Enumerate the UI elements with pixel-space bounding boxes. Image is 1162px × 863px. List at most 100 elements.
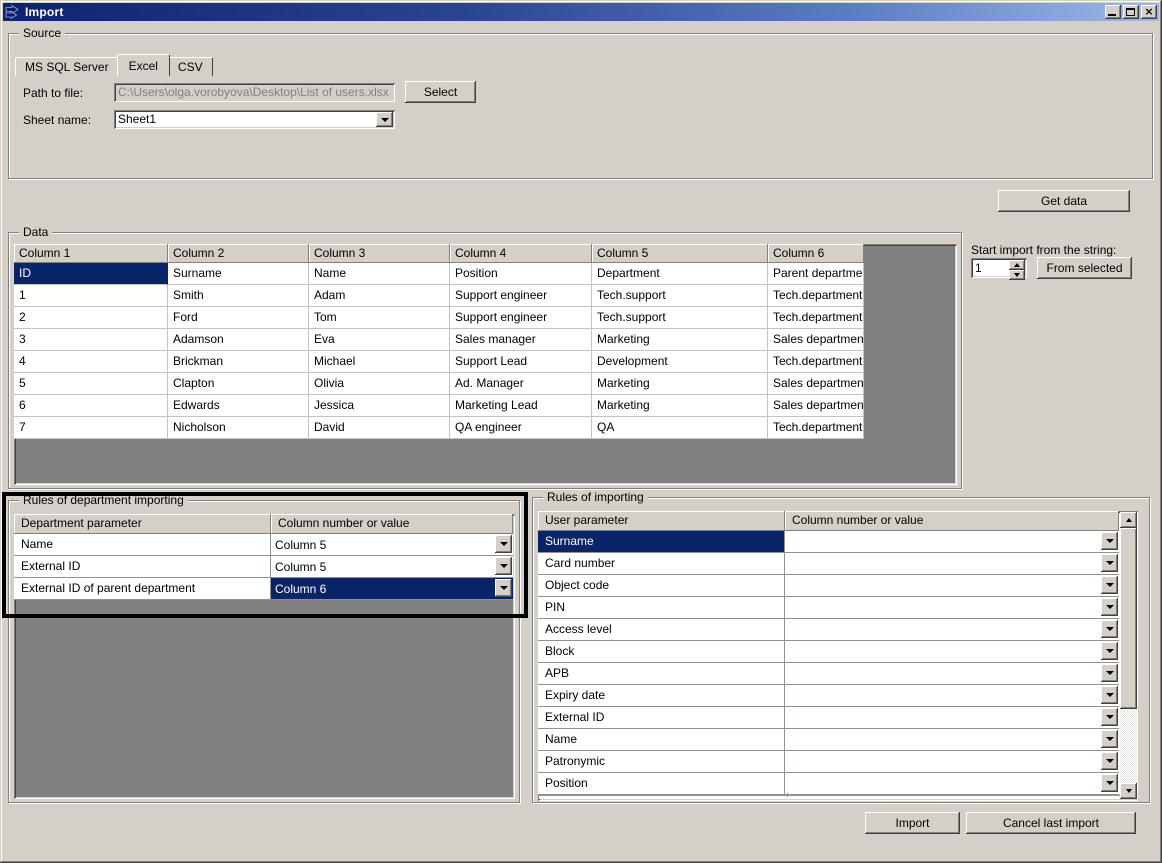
data-cell[interactable]: 3 — [14, 329, 168, 351]
tab-ms-sql-server[interactable]: MS SQL Server — [15, 57, 119, 76]
spinner-down-button[interactable] — [1009, 270, 1025, 280]
data-cell[interactable]: Adam — [309, 285, 450, 307]
start-row-spinner[interactable]: 1 — [971, 258, 1027, 278]
maximize-button[interactable] — [1123, 5, 1139, 19]
data-cell[interactable]: 4 — [14, 351, 168, 373]
data-cell[interactable]: Ad. Manager — [450, 373, 592, 395]
data-cell[interactable]: 1 — [14, 285, 168, 307]
chevron-down-icon[interactable] — [1101, 532, 1118, 550]
data-cell[interactable]: Name — [309, 263, 450, 285]
rule-parameter-cell[interactable]: Patronymic — [538, 751, 785, 773]
data-cell[interactable]: Olivia — [309, 373, 450, 395]
data-cell[interactable]: Tech.department — [768, 351, 864, 373]
get-data-button[interactable]: Get data — [998, 190, 1130, 212]
close-button[interactable]: × — [1141, 5, 1157, 19]
data-cell[interactable]: Adamson — [168, 329, 309, 351]
chevron-down-icon[interactable] — [1101, 576, 1118, 594]
titlebar[interactable]: Import × — [3, 3, 1159, 21]
vertical-scrollbar[interactable] — [1120, 512, 1137, 799]
data-cell[interactable]: 2 — [14, 307, 168, 329]
rule-value-combobox[interactable] — [785, 729, 1119, 751]
data-cell[interactable]: QA — [592, 417, 768, 439]
data-cell[interactable]: Jessica — [309, 395, 450, 417]
data-cell[interactable]: 5 — [14, 373, 168, 395]
rule-value-combobox[interactable] — [785, 619, 1119, 641]
data-cell[interactable]: Eva — [309, 329, 450, 351]
data-cell[interactable]: Marketing Lead — [450, 395, 592, 417]
sheet-combobox[interactable]: Sheet1 — [114, 110, 395, 129]
rule-parameter-cell[interactable]: APB — [538, 663, 785, 685]
rule-parameter-cell[interactable]: External ID of parent department — [14, 578, 271, 600]
rule-parameter-cell[interactable]: PIN — [538, 597, 785, 619]
data-cell[interactable]: Tech.department — [768, 307, 864, 329]
rule-parameter-cell[interactable]: External ID — [538, 707, 785, 729]
rule-value-combobox[interactable] — [785, 663, 1119, 685]
data-cell[interactable]: Support engineer — [450, 285, 592, 307]
chevron-down-icon[interactable] — [1101, 664, 1118, 682]
tab-csv[interactable]: CSV — [168, 57, 213, 76]
rule-value-combobox[interactable] — [785, 597, 1119, 619]
data-cell[interactable]: Support engineer — [450, 307, 592, 329]
rule-parameter-cell[interactable]: Expiry date — [538, 685, 785, 707]
chevron-down-icon[interactable] — [1101, 598, 1118, 616]
data-cell[interactable]: 7 — [14, 417, 168, 439]
rule-value-combobox[interactable] — [785, 773, 1119, 795]
chevron-down-icon[interactable] — [1101, 686, 1118, 704]
chevron-down-icon[interactable] — [495, 579, 512, 597]
rule-value-combobox[interactable] — [785, 575, 1119, 597]
data-cell[interactable]: Clapton — [168, 373, 309, 395]
rule-parameter-cell[interactable]: Card number — [538, 553, 785, 575]
scroll-up-button[interactable] — [1120, 512, 1137, 528]
chevron-down-icon[interactable] — [1101, 774, 1118, 792]
data-cell[interactable]: Sales department — [768, 395, 864, 417]
cancel-last-import-button[interactable]: Cancel last import — [966, 812, 1136, 834]
data-cell[interactable]: David — [309, 417, 450, 439]
rule-parameter-cell[interactable]: Block — [538, 641, 785, 663]
data-cell[interactable]: Tech.support — [592, 285, 768, 307]
data-cell[interactable]: Sales department — [768, 329, 864, 351]
chevron-down-icon[interactable] — [376, 112, 393, 127]
tab-excel[interactable]: Excel — [117, 54, 170, 76]
data-cell[interactable]: Nicholson — [168, 417, 309, 439]
chevron-down-icon[interactable] — [1101, 554, 1118, 572]
data-cell[interactable]: Ford — [168, 307, 309, 329]
rule-value-combobox[interactable] — [785, 751, 1119, 773]
rule-value-combobox[interactable] — [785, 553, 1119, 575]
data-cell[interactable]: Tech.support — [592, 307, 768, 329]
chevron-down-icon[interactable] — [1101, 752, 1118, 770]
select-button[interactable]: Select — [405, 81, 476, 103]
minimize-button[interactable] — [1105, 5, 1121, 19]
chevron-down-icon[interactable] — [495, 557, 512, 575]
data-cell[interactable]: Sales department — [768, 373, 864, 395]
data-cell[interactable]: Development — [592, 351, 768, 373]
rule-parameter-cell[interactable]: External ID — [14, 556, 271, 578]
spinner-up-button[interactable] — [1009, 260, 1025, 270]
chevron-down-icon[interactable] — [495, 535, 512, 553]
data-cell[interactable]: Michael — [309, 351, 450, 373]
rule-parameter-cell[interactable]: Name — [14, 534, 271, 556]
rule-value-combobox[interactable] — [785, 531, 1119, 553]
data-cell[interactable]: Sales manager — [450, 329, 592, 351]
import-button[interactable]: Import — [865, 812, 960, 834]
rule-parameter-cell[interactable]: Position — [538, 773, 785, 795]
data-cell[interactable]: Marketing — [592, 395, 768, 417]
data-cell[interactable]: Tom — [309, 307, 450, 329]
chevron-down-icon[interactable] — [1101, 642, 1118, 660]
data-cell[interactable]: Support Lead — [450, 351, 592, 373]
scrollbar-thumb[interactable] — [1120, 528, 1137, 709]
rule-parameter-cell[interactable]: Surname — [538, 531, 785, 553]
rule-value-combobox[interactable]: Column 6 — [271, 578, 513, 600]
data-cell[interactable]: Edwards — [168, 395, 309, 417]
data-cell[interactable]: Marketing — [592, 373, 768, 395]
chevron-down-icon[interactable] — [1101, 730, 1118, 748]
data-cell[interactable]: Brickman — [168, 351, 309, 373]
path-input[interactable]: C:\Users\olga.vorobyova\Desktop\List of … — [114, 83, 395, 102]
data-cell[interactable]: QA engineer — [450, 417, 592, 439]
data-cell[interactable]: Parent department — [768, 263, 864, 285]
chevron-down-icon[interactable] — [1101, 708, 1118, 726]
data-cell[interactable]: 6 — [14, 395, 168, 417]
data-cell[interactable]: Marketing — [592, 329, 768, 351]
data-cell[interactable]: Department — [592, 263, 768, 285]
chevron-down-icon[interactable] — [1101, 620, 1118, 638]
scroll-down-button[interactable] — [1120, 783, 1137, 799]
